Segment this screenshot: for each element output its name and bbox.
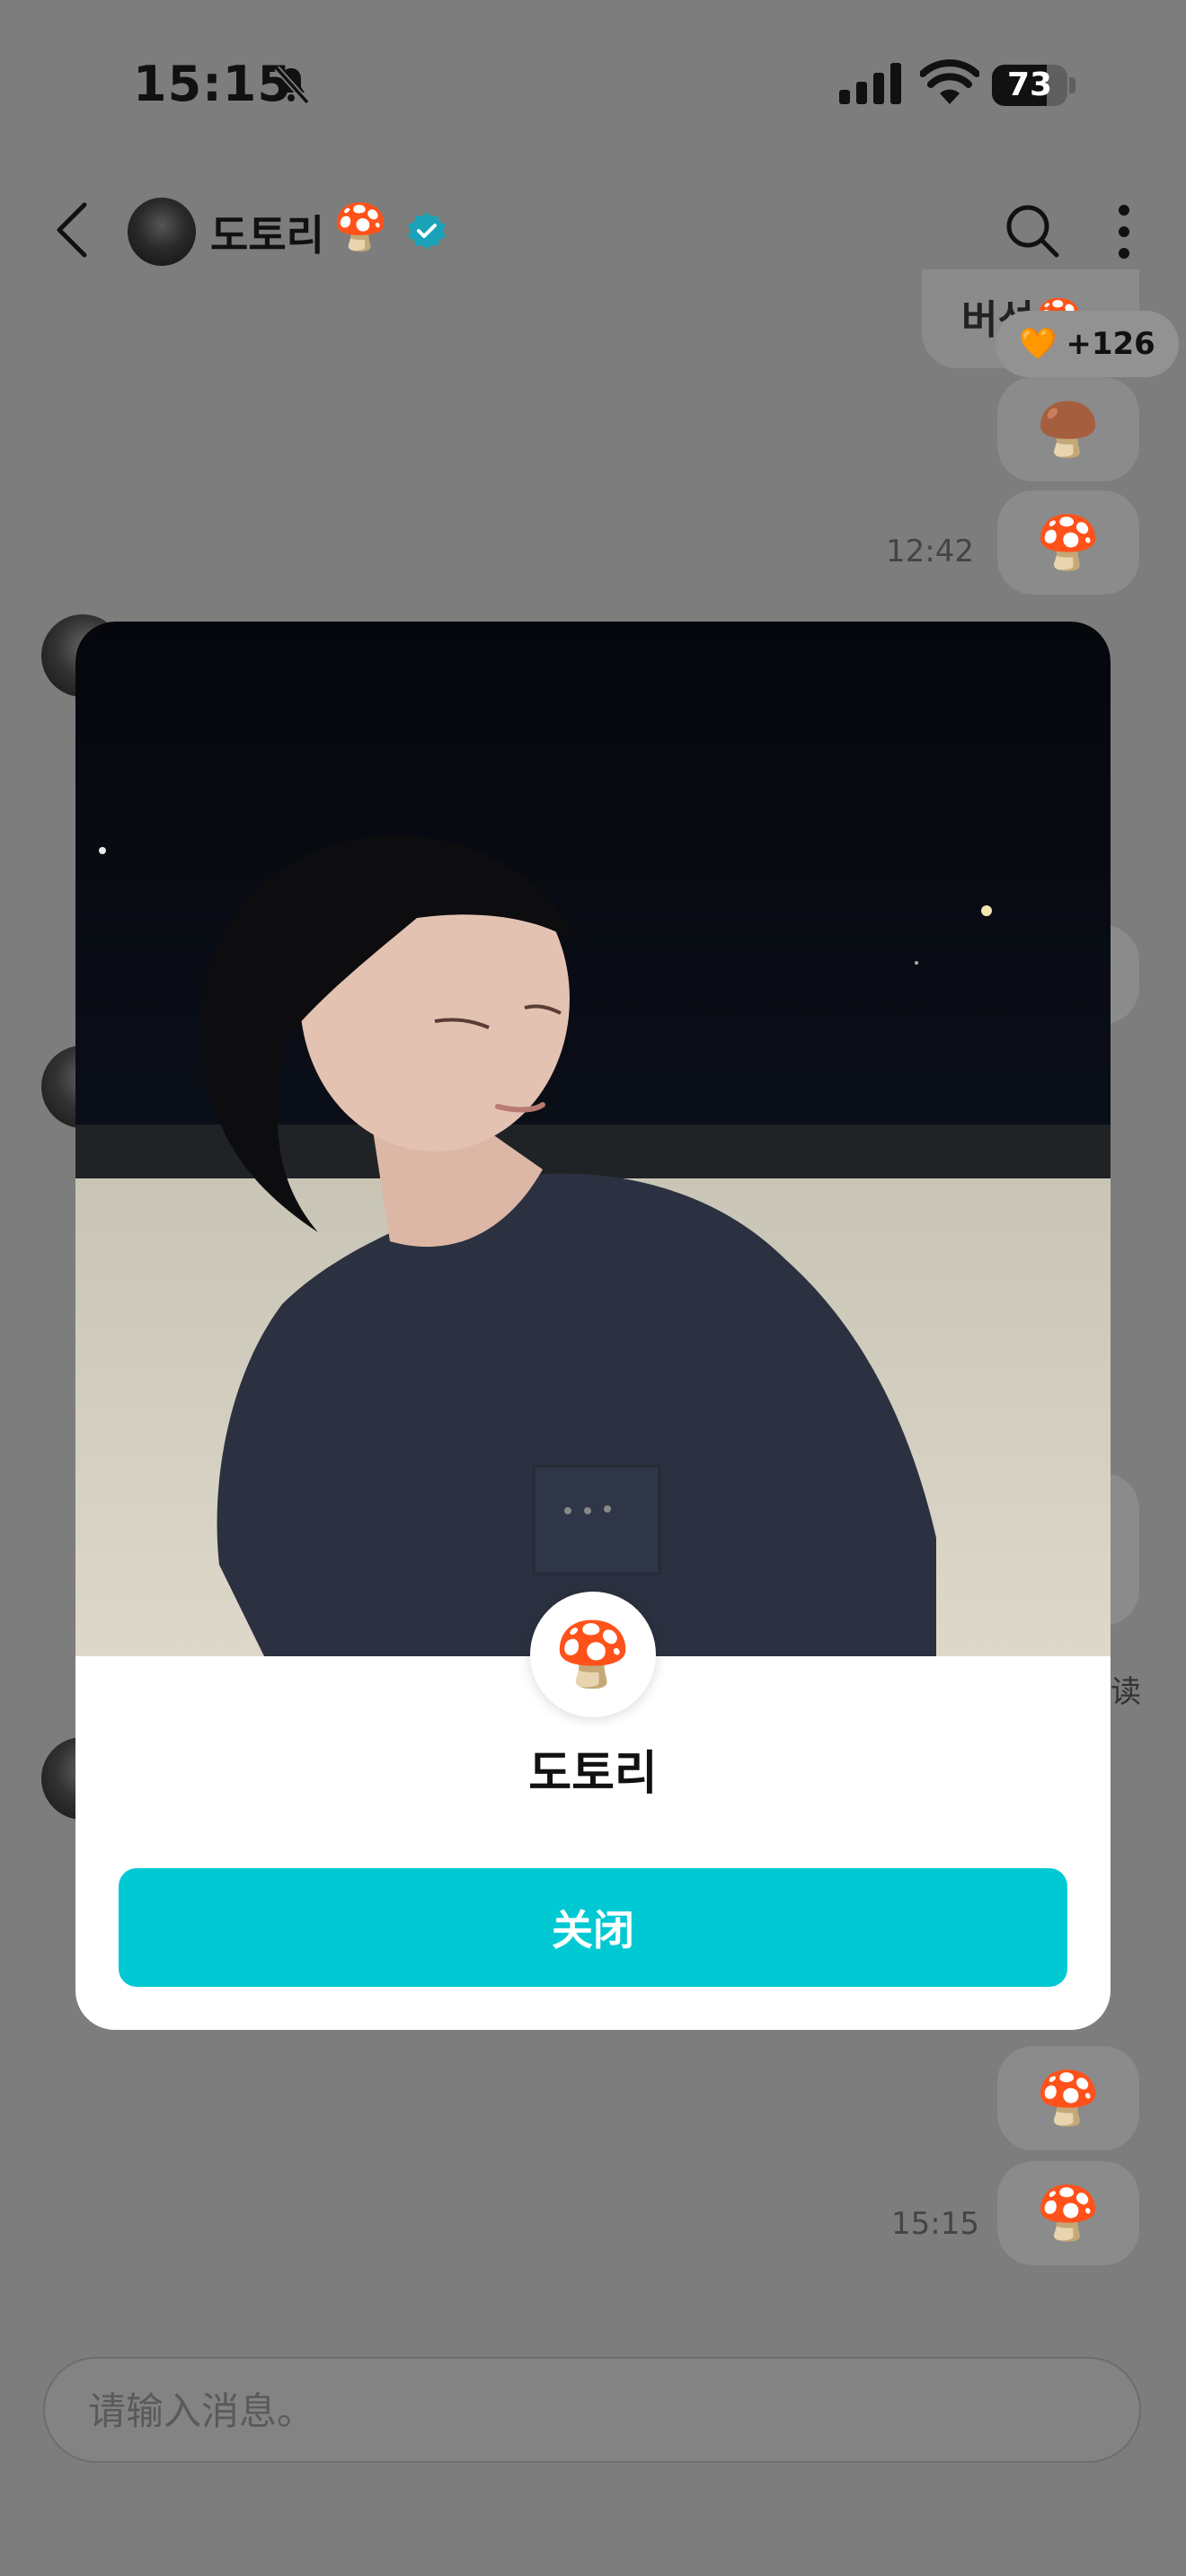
- contact-avatar[interactable]: [128, 198, 196, 266]
- reaction-count: +126: [1066, 326, 1155, 362]
- status-time: 15:15: [133, 56, 292, 112]
- contact-name[interactable]: 도토리: [210, 203, 324, 262]
- modal-profile-name: 도토리: [528, 1747, 658, 1801]
- bell-muted-icon: [274, 66, 310, 105]
- back-arrow-icon[interactable]: [54, 201, 90, 259]
- message-emoji: 🍄‍🟫: [1035, 398, 1102, 460]
- more-vertical-icon[interactable]: [1114, 203, 1134, 260]
- message-bubble[interactable]: 🍄‍🟫: [997, 377, 1139, 481]
- cellular-signal-icon: [839, 63, 901, 104]
- message-emoji: 🍄: [1035, 2182, 1102, 2244]
- profile-modal: 🍄 도토리 关闭: [75, 622, 1111, 2030]
- message-emoji: 🍄: [1035, 2067, 1102, 2129]
- message-bubble[interactable]: 🍄: [997, 490, 1139, 595]
- profile-photo: [75, 622, 1111, 1656]
- message-time: 15:15: [891, 2206, 979, 2242]
- contact-name-emoji: 🍄: [332, 201, 389, 253]
- message-input[interactable]: [86, 2378, 1078, 2443]
- verified-icon: [408, 212, 446, 250]
- message-emoji: 🍄: [1035, 511, 1102, 573]
- message-bubble[interactable]: 🍄: [997, 2161, 1139, 2265]
- profile-badge-emoji: 🍄: [530, 1592, 656, 1717]
- close-button[interactable]: 关闭: [119, 1868, 1067, 1987]
- wifi-icon: [920, 59, 979, 104]
- heart-icon: 🧡: [1019, 326, 1058, 362]
- search-icon[interactable]: [1005, 203, 1060, 259]
- message-bubble[interactable]: 🍄: [997, 2046, 1139, 2150]
- battery-level-text: 73: [1006, 66, 1053, 103]
- read-indicator: 读: [1111, 1674, 1141, 1710]
- message-time: 12:42: [886, 534, 974, 569]
- message-input-container[interactable]: [43, 2357, 1141, 2463]
- battery-icon: 73: [992, 65, 1076, 106]
- reaction-badge[interactable]: 🧡 +126: [996, 311, 1179, 377]
